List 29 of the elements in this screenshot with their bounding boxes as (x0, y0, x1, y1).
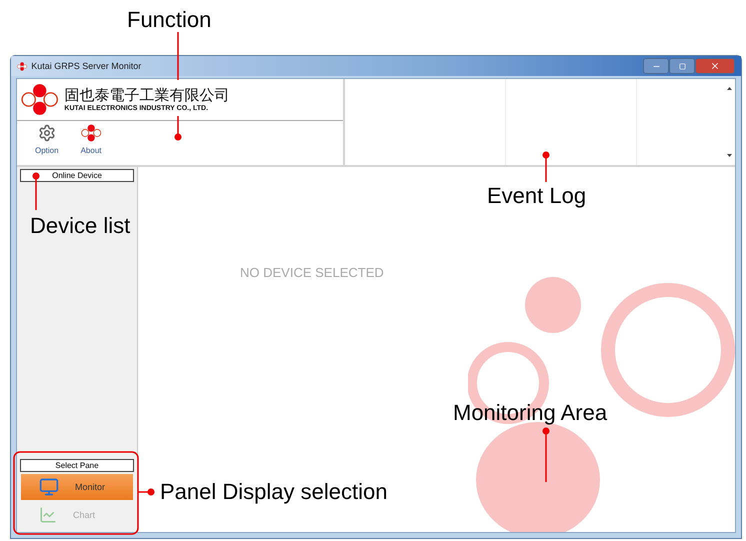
logo-icon (80, 124, 102, 142)
close-button[interactable] (695, 58, 735, 74)
maximize-button[interactable] (669, 58, 695, 74)
monitor-icon (39, 477, 59, 497)
sidebar-title: Online Device (20, 169, 134, 182)
annotation-label: Device list (30, 215, 130, 237)
maximize-icon (678, 62, 686, 70)
annotation-label: Function (127, 9, 212, 31)
up-arrow-icon[interactable] (726, 87, 732, 90)
leader-line (542, 152, 550, 182)
annotation-label: Monitoring Area (453, 402, 608, 424)
annotation-label: Panel Display selection (160, 481, 388, 503)
leader-line (542, 428, 550, 482)
app-icon (17, 62, 28, 70)
chart-icon (39, 506, 57, 524)
toolbar-button[interactable]: About (80, 124, 102, 165)
company-name: 固也泰電子工業有限公司 (64, 88, 230, 102)
window-title: Kutai GRPS Server Monitor (31, 61, 142, 71)
pane-title: Select Pane (20, 459, 134, 472)
gear-icon (38, 124, 56, 142)
close-icon (710, 61, 720, 71)
annotation-label: Event Log (487, 185, 586, 207)
leader-line (32, 172, 40, 210)
company-logo (21, 83, 58, 116)
empty-message: NO DEVICE SELECTED (240, 265, 384, 280)
leader-line (138, 488, 154, 496)
toolbar-button[interactable]: Option (35, 124, 59, 165)
pane-button[interactable]: Monitor (21, 474, 133, 500)
down-arrow-icon[interactable] (726, 154, 732, 157)
